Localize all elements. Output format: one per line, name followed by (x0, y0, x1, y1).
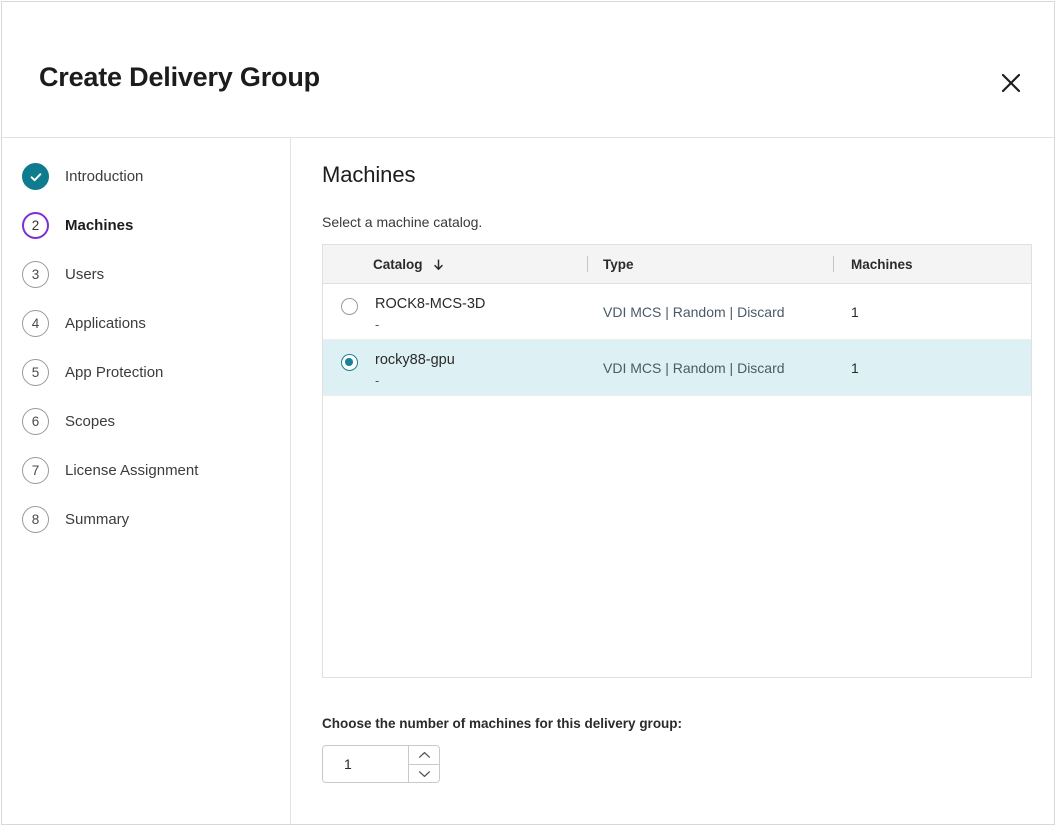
sidebar-item-applications[interactable]: 4 Applications (2, 299, 290, 348)
machines-cell: 1 (833, 284, 1031, 339)
step-marker-number: 5 (22, 359, 49, 386)
machine-count-section: Choose the number of machines for this d… (322, 716, 1026, 783)
sidebar-item-label: Introduction (65, 168, 143, 185)
sidebar-item-app-protection[interactable]: 5 App Protection (2, 348, 290, 397)
chevron-up-icon (418, 747, 431, 762)
table-row[interactable]: rocky88-gpu - VDI MCS | Random | Discard… (323, 340, 1031, 396)
radio-button[interactable] (341, 354, 358, 371)
column-header-catalog[interactable]: Catalog (323, 245, 587, 283)
dialog-header: Create Delivery Group (2, 2, 1054, 138)
page-title: Create Delivery Group (39, 62, 320, 93)
step-marker-number: 2 (22, 212, 49, 239)
sidebar-item-label: Summary (65, 511, 129, 528)
quantity-stepper[interactable] (322, 745, 440, 783)
column-header-label: Type (603, 257, 634, 272)
type-cell: VDI MCS | Random | Discard (587, 340, 833, 395)
catalog-description: - (375, 318, 485, 333)
panel-subtitle: Select a machine catalog. (322, 214, 1026, 230)
sidebar-item-scopes[interactable]: 6 Scopes (2, 397, 290, 446)
machine-count-input[interactable] (323, 746, 408, 782)
step-marker-number: 6 (22, 408, 49, 435)
column-header-label: Catalog (373, 257, 423, 272)
panel-title: Machines (322, 162, 1026, 188)
sidebar-item-label: Scopes (65, 413, 115, 430)
close-button[interactable] (992, 64, 1030, 102)
column-header-label: Machines (851, 257, 913, 272)
table-row[interactable]: ROCK8-MCS-3D - VDI MCS | Random | Discar… (323, 284, 1031, 340)
column-header-type[interactable]: Type (587, 245, 833, 283)
step-marker-number: 8 (22, 506, 49, 533)
step-marker-complete-icon (22, 163, 49, 190)
catalog-description: - (375, 374, 455, 389)
step-marker-number: 7 (22, 457, 49, 484)
table-empty-space (323, 396, 1031, 677)
step-marker-number: 4 (22, 310, 49, 337)
stepper-increment-button[interactable] (409, 746, 439, 765)
catalog-table-header: Catalog Type Machines (323, 245, 1031, 284)
chevron-down-icon (418, 766, 431, 781)
sidebar-item-machines[interactable]: 2 Machines (2, 201, 290, 250)
sidebar-item-label: Applications (65, 315, 146, 332)
machine-count-label: Choose the number of machines for this d… (322, 716, 1026, 731)
machines-panel: Machines Select a machine catalog. Catal… (291, 138, 1054, 824)
catalog-name: ROCK8-MCS-3D (375, 296, 485, 313)
close-icon (1000, 72, 1022, 94)
catalog-table: Catalog Type Machines (322, 244, 1032, 678)
radio-button[interactable] (341, 298, 358, 315)
machines-cell: 1 (833, 340, 1031, 395)
catalog-cell: rocky88-gpu - (323, 340, 587, 395)
sidebar-item-label: Users (65, 266, 104, 283)
sidebar-item-label: Machines (65, 217, 133, 234)
catalog-cell: ROCK8-MCS-3D - (323, 284, 587, 339)
wizard-step-list: Introduction 2 Machines 3 Users 4 Applic… (2, 138, 291, 824)
sidebar-item-label: App Protection (65, 364, 163, 381)
sidebar-item-license-assignment[interactable]: 7 License Assignment (2, 446, 290, 495)
catalog-name: rocky88-gpu (375, 352, 455, 369)
sidebar-item-label: License Assignment (65, 462, 198, 479)
type-cell: VDI MCS | Random | Discard (587, 284, 833, 339)
step-marker-number: 3 (22, 261, 49, 288)
stepper-buttons (408, 746, 439, 782)
column-header-machines[interactable]: Machines (833, 245, 1031, 283)
sidebar-item-users[interactable]: 3 Users (2, 250, 290, 299)
arrow-down-icon (432, 258, 445, 271)
create-delivery-group-dialog: Create Delivery Group Introduction (1, 1, 1055, 825)
stepper-decrement-button[interactable] (409, 765, 439, 783)
sidebar-item-summary[interactable]: 8 Summary (2, 495, 290, 544)
dialog-body: Introduction 2 Machines 3 Users 4 Applic… (2, 138, 1054, 824)
sidebar-item-introduction[interactable]: Introduction (2, 152, 290, 201)
